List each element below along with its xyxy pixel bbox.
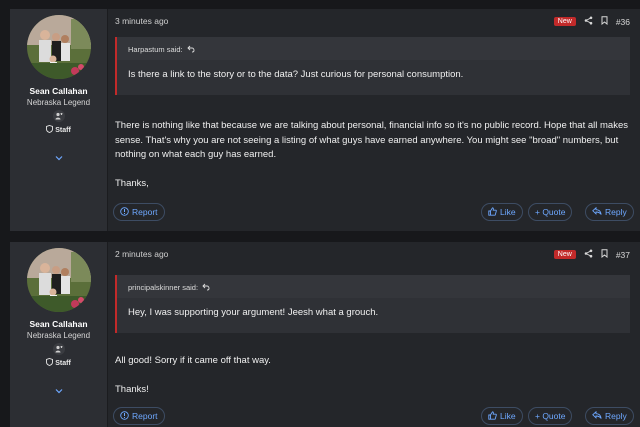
go-to-quote-icon[interactable] xyxy=(186,45,195,55)
post-37: Sean Callahan Nebraska Legend Staff 2 mi… xyxy=(10,242,640,427)
post-content: 3 minutes ago New #36 Harpastum said: Is… xyxy=(108,9,640,231)
quote-text: Hey, I was supporting your argument! Jee… xyxy=(128,307,379,318)
new-badge: New xyxy=(553,17,576,26)
reply-button[interactable]: Reply xyxy=(585,203,634,221)
shield-icon xyxy=(46,358,54,368)
reply-button[interactable]: Reply xyxy=(585,407,634,425)
shield-icon xyxy=(46,125,54,135)
bookmark-icon[interactable] xyxy=(601,16,608,27)
username[interactable]: Sean Callahan xyxy=(29,86,87,96)
reply-icon xyxy=(592,410,602,421)
staff-badge: Staff xyxy=(46,358,71,368)
staff-label: Staff xyxy=(55,359,71,367)
report-label: Report xyxy=(132,207,158,217)
bookmark-icon[interactable] xyxy=(601,249,608,260)
avatar[interactable] xyxy=(26,15,91,79)
quote-label: + Quote xyxy=(535,411,566,421)
expand-chevron-icon[interactable] xyxy=(55,381,63,399)
user-info: Sean Callahan Nebraska Legend Staff xyxy=(10,242,108,427)
post-time[interactable]: 2 minutes ago xyxy=(115,249,168,259)
user-info: Sean Callahan Nebraska Legend Staff xyxy=(10,9,108,231)
share-icon[interactable] xyxy=(584,16,593,27)
staff-badge: Staff xyxy=(46,125,71,135)
user-title: Nebraska Legend xyxy=(26,331,91,340)
like-button[interactable]: Like xyxy=(481,407,523,425)
quote-label: + Quote xyxy=(535,207,566,217)
user-title: Nebraska Legend xyxy=(26,98,91,107)
report-button[interactable]: Report xyxy=(113,203,165,221)
thumbs-up-icon xyxy=(488,410,497,422)
reply-label: Reply xyxy=(605,207,627,217)
quote-author[interactable]: Harpastum said: xyxy=(128,45,183,54)
post-number[interactable]: #37 xyxy=(616,250,630,260)
staff-label: Staff xyxy=(55,126,71,134)
go-to-quote-icon[interactable] xyxy=(202,283,210,293)
post-body: There is nothing like that because we ar… xyxy=(115,119,630,205)
username[interactable]: Sean Callahan xyxy=(29,319,87,329)
reply-icon xyxy=(592,206,602,217)
trophy-icon[interactable] xyxy=(52,110,65,122)
quote-button[interactable]: + Quote xyxy=(528,203,573,221)
quote-block: Harpastum said: Is there a link to the s… xyxy=(115,37,630,95)
like-label: Like xyxy=(500,207,516,217)
share-icon[interactable] xyxy=(584,249,593,260)
post-36: Sean Callahan Nebraska Legend Staff 3 mi… xyxy=(10,9,640,231)
like-button[interactable]: Like xyxy=(481,203,523,221)
like-label: Like xyxy=(500,411,516,421)
post-time[interactable]: 3 minutes ago xyxy=(115,16,168,26)
quote-block: principalskinner said: Hey, I was suppor… xyxy=(115,275,630,333)
reply-label: Reply xyxy=(605,411,627,421)
post-paragraph: All good! Sorry if it came off that way. xyxy=(115,355,271,366)
flag-icon xyxy=(120,410,129,422)
quote-author[interactable]: principalskinner said: xyxy=(128,283,198,292)
post-body: All good! Sorry if it came off that way.… xyxy=(115,354,630,411)
quote-button[interactable]: + Quote xyxy=(528,407,573,425)
quote-header[interactable]: principalskinner said: xyxy=(117,275,630,298)
post-top-actions: New #36 xyxy=(553,16,630,27)
report-label: Report xyxy=(132,411,158,421)
new-badge: New xyxy=(553,250,576,259)
post-top-actions: New #37 xyxy=(553,249,630,260)
quote-text: Is there a link to the story or to the d… xyxy=(128,69,464,80)
flag-icon xyxy=(120,206,129,218)
trophy-icon[interactable] xyxy=(52,343,65,355)
post-paragraph: Thanks! xyxy=(115,383,149,395)
post-paragraph: Thanks, xyxy=(115,177,149,189)
quote-header[interactable]: Harpastum said: xyxy=(117,37,630,60)
post-number[interactable]: #36 xyxy=(616,17,630,27)
avatar[interactable] xyxy=(26,248,91,312)
expand-chevron-icon[interactable] xyxy=(55,148,63,166)
post-content: 2 minutes ago New #37 principalskinner s… xyxy=(108,242,640,427)
thumbs-up-icon xyxy=(488,206,497,218)
report-button[interactable]: Report xyxy=(113,407,165,425)
post-paragraph: There is nothing like that because we ar… xyxy=(115,120,628,160)
